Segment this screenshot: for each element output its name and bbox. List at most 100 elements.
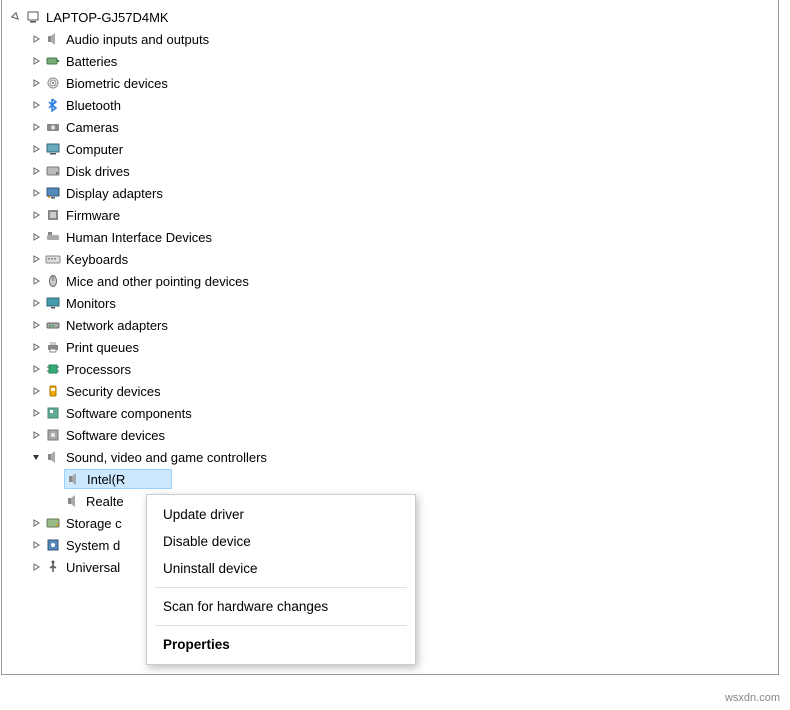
- expand-icon[interactable]: [28, 317, 44, 333]
- tree-root-label: LAPTOP-GJ57D4MK: [46, 10, 175, 25]
- expand-icon[interactable]: [28, 207, 44, 223]
- menu-separator: [155, 587, 407, 588]
- storage-icon: [44, 514, 62, 532]
- tree-category-label: Software components: [66, 406, 198, 421]
- selected-device[interactable]: Intel(R: [64, 469, 172, 489]
- tree-category-label: Sound, video and game controllers: [66, 450, 273, 465]
- expand-icon[interactable]: [28, 97, 44, 113]
- tree-category-label: Human Interface Devices: [66, 230, 218, 245]
- tree-category-row[interactable]: Human Interface Devices: [6, 226, 778, 248]
- system-icon: [44, 536, 62, 554]
- expand-icon[interactable]: [28, 427, 44, 443]
- expand-icon[interactable]: [28, 53, 44, 69]
- menu-item[interactable]: Uninstall device: [147, 555, 415, 582]
- device-tree[interactable]: LAPTOP-GJ57D4MK Audio inputs and outputs…: [6, 6, 778, 578]
- tree-device-label: Realte: [86, 494, 130, 509]
- speaker-icon: [44, 448, 62, 466]
- expand-icon[interactable]: [28, 273, 44, 289]
- tree-category-row[interactable]: Bluetooth: [6, 94, 778, 116]
- expand-icon[interactable]: [28, 163, 44, 179]
- expand-icon[interactable]: [28, 515, 44, 531]
- speaker-icon: [44, 30, 62, 48]
- tree-category-row[interactable]: Sound, video and game controllers: [6, 446, 778, 468]
- tree-category-row[interactable]: Display adapters: [6, 182, 778, 204]
- tree-category-row[interactable]: Security devices: [6, 380, 778, 402]
- expand-icon[interactable]: [28, 75, 44, 91]
- tree-category-row[interactable]: Biometric devices: [6, 72, 778, 94]
- expand-icon[interactable]: [28, 141, 44, 157]
- tree-category-row[interactable]: Keyboards: [6, 248, 778, 270]
- tree-category-label: Security devices: [66, 384, 167, 399]
- tree-category-row[interactable]: Network adapters: [6, 314, 778, 336]
- expand-icon[interactable]: [28, 537, 44, 553]
- spacer: [48, 471, 64, 487]
- tree-category-label: Computer: [66, 142, 129, 157]
- menu-item[interactable]: Properties: [147, 631, 415, 658]
- expand-icon[interactable]: [28, 119, 44, 135]
- menu-separator: [155, 625, 407, 626]
- collapse-icon[interactable]: [28, 449, 44, 465]
- watermark: wsxdn.com: [725, 692, 780, 704]
- tree-device-label: Intel(R: [87, 472, 131, 487]
- tree-category-label: Audio inputs and outputs: [66, 32, 215, 47]
- hid-icon: [44, 228, 62, 246]
- tree-category-row[interactable]: Cameras: [6, 116, 778, 138]
- tree-category-row[interactable]: Batteries: [6, 50, 778, 72]
- tree-category-label: Biometric devices: [66, 76, 174, 91]
- tree-category-label: Keyboards: [66, 252, 134, 267]
- tree-category-row[interactable]: Disk drives: [6, 160, 778, 182]
- speaker-icon: [64, 492, 82, 510]
- tree-category-row[interactable]: Processors: [6, 358, 778, 380]
- menu-item[interactable]: Disable device: [147, 528, 415, 555]
- printer-icon: [44, 338, 62, 356]
- tree-category-label: Batteries: [66, 54, 123, 69]
- tree-category-row[interactable]: Mice and other pointing devices: [6, 270, 778, 292]
- tree-category-row[interactable]: Print queues: [6, 336, 778, 358]
- softcomp-icon: [44, 404, 62, 422]
- tree-category-row[interactable]: Computer: [6, 138, 778, 160]
- expand-icon[interactable]: [28, 405, 44, 421]
- tree-category-row[interactable]: Software devices: [6, 424, 778, 446]
- context-menu[interactable]: Update driverDisable deviceUninstall dev…: [146, 494, 416, 665]
- expand-icon[interactable]: [28, 251, 44, 267]
- expand-icon[interactable]: [28, 361, 44, 377]
- computer-icon: [44, 140, 62, 158]
- expand-icon[interactable]: [28, 185, 44, 201]
- usb-icon: [44, 558, 62, 576]
- tree-device-row[interactable]: Intel(R: [6, 468, 778, 490]
- mouse-icon: [44, 272, 62, 290]
- tree-category-row[interactable]: Firmware: [6, 204, 778, 226]
- tree-root-row[interactable]: LAPTOP-GJ57D4MK: [6, 6, 778, 28]
- menu-item[interactable]: Update driver: [147, 501, 415, 528]
- tree-category-label: Storage c: [66, 516, 128, 531]
- collapse-icon[interactable]: [8, 9, 24, 25]
- tree-category-label: Universal: [66, 560, 126, 575]
- tree-category-row[interactable]: Monitors: [6, 292, 778, 314]
- expand-icon[interactable]: [28, 229, 44, 245]
- tree-category-label: Network adapters: [66, 318, 174, 333]
- tree-category-label: Mice and other pointing devices: [66, 274, 255, 289]
- expand-icon[interactable]: [28, 383, 44, 399]
- processor-icon: [44, 360, 62, 378]
- network-icon: [44, 316, 62, 334]
- tree-category-label: Bluetooth: [66, 98, 127, 113]
- expand-icon[interactable]: [28, 339, 44, 355]
- tree-category-label: Cameras: [66, 120, 125, 135]
- camera-icon: [44, 118, 62, 136]
- expand-icon[interactable]: [28, 559, 44, 575]
- tree-category-label: Print queues: [66, 340, 145, 355]
- expand-icon[interactable]: [28, 295, 44, 311]
- speaker-icon: [65, 470, 83, 488]
- tree-category-label: System d: [66, 538, 126, 553]
- firmware-icon: [44, 206, 62, 224]
- monitor-icon: [44, 294, 62, 312]
- battery-icon: [44, 52, 62, 70]
- expand-icon[interactable]: [28, 31, 44, 47]
- tree-category-row[interactable]: Software components: [6, 402, 778, 424]
- tree-category-label: Processors: [66, 362, 137, 377]
- tree-category-label: Monitors: [66, 296, 122, 311]
- tree-category-row[interactable]: Audio inputs and outputs: [6, 28, 778, 50]
- softdev-icon: [44, 426, 62, 444]
- security-icon: [44, 382, 62, 400]
- menu-item[interactable]: Scan for hardware changes: [147, 593, 415, 620]
